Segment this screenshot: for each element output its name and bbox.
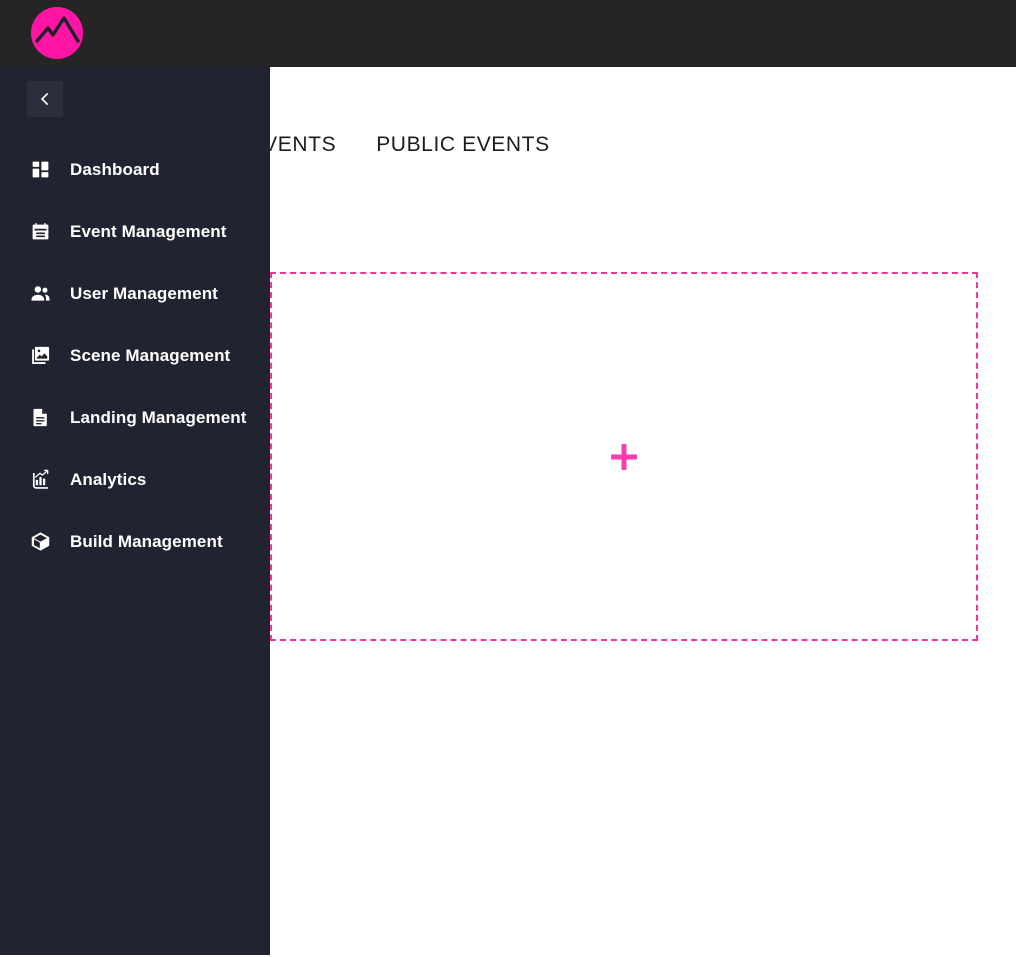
app-logo-mountain-chart[interactable] bbox=[31, 7, 83, 59]
image-stack-icon bbox=[30, 343, 56, 367]
document-icon bbox=[30, 405, 56, 429]
sidebar-item-event-management[interactable]: Event Management bbox=[0, 211, 270, 251]
dashboard-grid-icon bbox=[30, 157, 56, 181]
users-icon bbox=[30, 281, 56, 305]
sidebar-item-label: Landing Management bbox=[70, 407, 247, 427]
sidebar-item-dashboard[interactable]: Dashboard bbox=[0, 149, 270, 189]
calendar-icon bbox=[30, 219, 56, 243]
sidebar-item-label: Scene Management bbox=[70, 345, 231, 365]
sidebar-item-label: Event Management bbox=[70, 221, 227, 241]
add-item-dropzone[interactable] bbox=[270, 272, 978, 641]
app-root: SETTINGS MY EVENTS PUBLIC EVENTS bbox=[0, 0, 1016, 957]
sidebar-collapse-button[interactable] bbox=[27, 81, 63, 117]
chevron-left-icon bbox=[41, 93, 49, 105]
sidebar: Dashboard Event Management User Manageme… bbox=[0, 67, 270, 955]
sidebar-nav: Dashboard Event Management User Manageme… bbox=[0, 149, 270, 583]
cube-box-icon bbox=[30, 529, 56, 553]
sidebar-item-label: Dashboard bbox=[70, 159, 160, 179]
tab-public-events[interactable]: PUBLIC EVENTS bbox=[376, 133, 550, 173]
sidebar-item-analytics[interactable]: Analytics bbox=[0, 459, 270, 499]
sidebar-item-landing-management[interactable]: Landing Management bbox=[0, 397, 270, 437]
plus-icon[interactable] bbox=[611, 444, 637, 470]
sidebar-item-label: Analytics bbox=[70, 469, 147, 489]
bar-chart-trend-icon bbox=[30, 467, 56, 491]
sidebar-item-user-management[interactable]: User Management bbox=[0, 273, 270, 313]
top-header-bar bbox=[0, 0, 1016, 67]
sidebar-item-label: User Management bbox=[70, 283, 218, 303]
sidebar-item-scene-management[interactable]: Scene Management bbox=[0, 335, 270, 375]
sidebar-item-build-management[interactable]: Build Management bbox=[0, 521, 270, 561]
sidebar-item-label: Build Management bbox=[70, 531, 223, 551]
